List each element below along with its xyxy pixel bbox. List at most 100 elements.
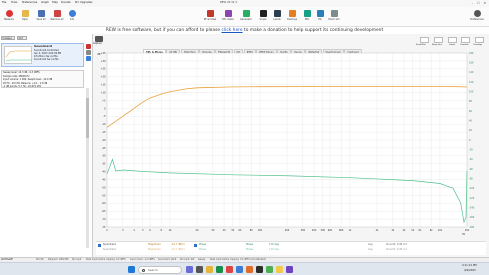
measurement-item[interactable]: Soundcard Soundcard,Controlled Apr 4, 20… <box>1 43 84 67</box>
maximize-button[interactable]: ☐ <box>477 1 480 5</box>
rt-window-button[interactable]: RT window <box>203 8 217 26</box>
y-tick-label: 0 <box>104 107 106 110</box>
status-soundcard: Soundcard: JACK <box>158 258 177 261</box>
x-tick-label: 2k <box>376 229 379 232</box>
menu-preferences[interactable]: Preferences <box>22 1 37 5</box>
resp-env-icon[interactable] <box>434 37 443 43</box>
room-sim-button[interactable]: Room sim <box>327 8 341 26</box>
generator-button[interactable]: Generator <box>239 8 253 26</box>
task-view-icon[interactable] <box>196 266 203 273</box>
menu-pro-upgrades[interactable]: Pro Upgrades <box>75 1 92 5</box>
legend-magnitude-2: Magnitude <box>148 248 161 251</box>
clock-date[interactable]: 4/4/2023 <box>464 269 476 273</box>
donate-link[interactable]: click here <box>221 28 242 33</box>
limits-icon[interactable] <box>448 37 457 43</box>
controls-icon[interactable] <box>461 37 470 43</box>
phase-tick-label: 20 <box>469 129 472 132</box>
close-button[interactable]: ✕ <box>483 1 486 5</box>
lock-icon[interactable] <box>86 50 91 55</box>
panel-scrollbar[interactable] <box>86 88 89 248</box>
edge-icon[interactable] <box>216 266 223 273</box>
x-tick-label: 30 <box>211 229 214 232</box>
info-small-icon[interactable] <box>86 56 91 61</box>
y-axis-label: dB <box>97 52 101 56</box>
save-all-button[interactable]: Save all <box>34 8 48 26</box>
menu-tools[interactable]: Tools <box>11 1 17 5</box>
preferences-button[interactable]: Preferences <box>470 8 484 26</box>
widgets-icon[interactable] <box>186 266 193 273</box>
menu-file[interactable]: File <box>2 1 6 5</box>
x-tick-label: 40 <box>223 229 226 232</box>
app-icon-3[interactable] <box>246 266 253 273</box>
collapse-label: Collapse <box>2 36 12 40</box>
measurement-name: Soundcard <box>34 44 53 48</box>
delete-icon[interactable] <box>86 44 91 49</box>
y-tick-label: -5 <box>103 115 106 118</box>
info-icon <box>68 10 76 17</box>
legend-magnitude-1: Magnitude <box>148 243 161 246</box>
spl-meter-button[interactable]: SPL meter <box>221 8 235 26</box>
rew-app-icon[interactable] <box>286 266 293 273</box>
status-no-input: No Input: SW <box>180 258 195 261</box>
x-tick-label: 80 <box>250 229 253 232</box>
app-icon-4[interactable] <box>256 266 263 273</box>
phase-tick-label: -180 <box>469 226 475 229</box>
rt-window-icon <box>206 10 214 17</box>
app-icon-6[interactable] <box>276 266 283 273</box>
status-sample-rate: 96 kHz <box>36 258 44 261</box>
app-icon-2[interactable] <box>236 266 243 273</box>
minimize-button[interactable]: – <box>472 1 474 5</box>
panel-scrollbar-thumb[interactable] <box>86 98 89 138</box>
scope-button[interactable]: Scope <box>256 8 270 26</box>
y-tick-label: +5 <box>102 99 106 102</box>
overlays-button[interactable]: Overlays <box>285 8 299 26</box>
phase-tick-label: 0 <box>469 139 471 142</box>
os-taskbar: Search 4:11:12 PM 4/4/2023 <box>0 262 489 275</box>
legend-checkbox-1[interactable] <box>98 244 101 247</box>
clock-time[interactable]: 4:11:12 PM <box>462 264 477 268</box>
scope-label: Scope <box>259 18 267 21</box>
measurements-panel: Collapse Sort Soundcard Soundcard,Contro… <box>0 34 93 257</box>
info-button[interactable]: Info <box>65 8 79 26</box>
phase-tick-label: -60 <box>469 168 473 171</box>
measure-button[interactable]: Measure <box>2 8 16 26</box>
phase-tick-label: 160 <box>469 62 474 65</box>
measurement-meta-4: Soundcard Sw cal file <box>34 58 59 61</box>
app-icon-1[interactable] <box>226 266 233 273</box>
file-explorer-icon[interactable] <box>206 266 213 273</box>
collapse-button[interactable]: Collapse <box>1 36 15 40</box>
levels-button[interactable]: Levels <box>270 8 284 26</box>
y-tick-label: +35 <box>100 52 106 55</box>
status-peak: Peak input before clipping: 0.0 dBFS <box>86 258 126 261</box>
menu-donate[interactable]: Donate <box>61 1 70 5</box>
open-button[interactable]: Open <box>18 8 32 26</box>
overlays-icon <box>288 10 296 17</box>
spl-phase-plot[interactable]: +35 +30 +25 +20 +15 +10 +5 0 -5 -10 -15 -20 -25 -30 -3… <box>93 47 489 245</box>
start-icon[interactable] <box>128 266 135 273</box>
y-tick-label: +10 <box>100 91 106 94</box>
menu-help[interactable]: Help <box>52 1 58 5</box>
menu-bar: File Tools Preferences Graph Help Donate… <box>0 0 489 7</box>
main-toolbar: Measure Open Save all Remove all Info RT… <box>0 7 489 27</box>
legend-phase-checkbox-1[interactable] <box>194 244 197 247</box>
y-tick-label: -65 <box>102 210 106 213</box>
legend-magnitude-value-1: -12.7 dB(C) <box>171 243 185 246</box>
overlays-panel-icon[interactable] <box>475 37 484 43</box>
remove-all-button[interactable]: Remove all <box>50 8 64 26</box>
rta-icon <box>303 10 311 17</box>
search-icon <box>142 268 145 272</box>
x-tick-label: 400 <box>312 229 317 232</box>
capture-label: Capture <box>93 42 102 45</box>
search-box[interactable]: Search <box>138 265 182 274</box>
measure-label: Measure <box>4 18 14 21</box>
eq-button[interactable]: EQ <box>313 8 327 26</box>
legend-magnitude-value-2: -12.7 dB(C) <box>171 248 185 251</box>
menu-graph[interactable]: Graph <box>41 1 49 5</box>
measurement-thumbnail-graph <box>5 50 32 62</box>
scroll-sel-icon[interactable] <box>420 37 429 43</box>
x-axis-unit: Hz <box>462 233 466 236</box>
app-icon-5[interactable] <box>266 266 273 273</box>
sort-button[interactable]: Sort <box>17 36 27 40</box>
rta-button[interactable]: RTA <box>300 8 314 26</box>
rta-label: RTA <box>304 18 310 21</box>
